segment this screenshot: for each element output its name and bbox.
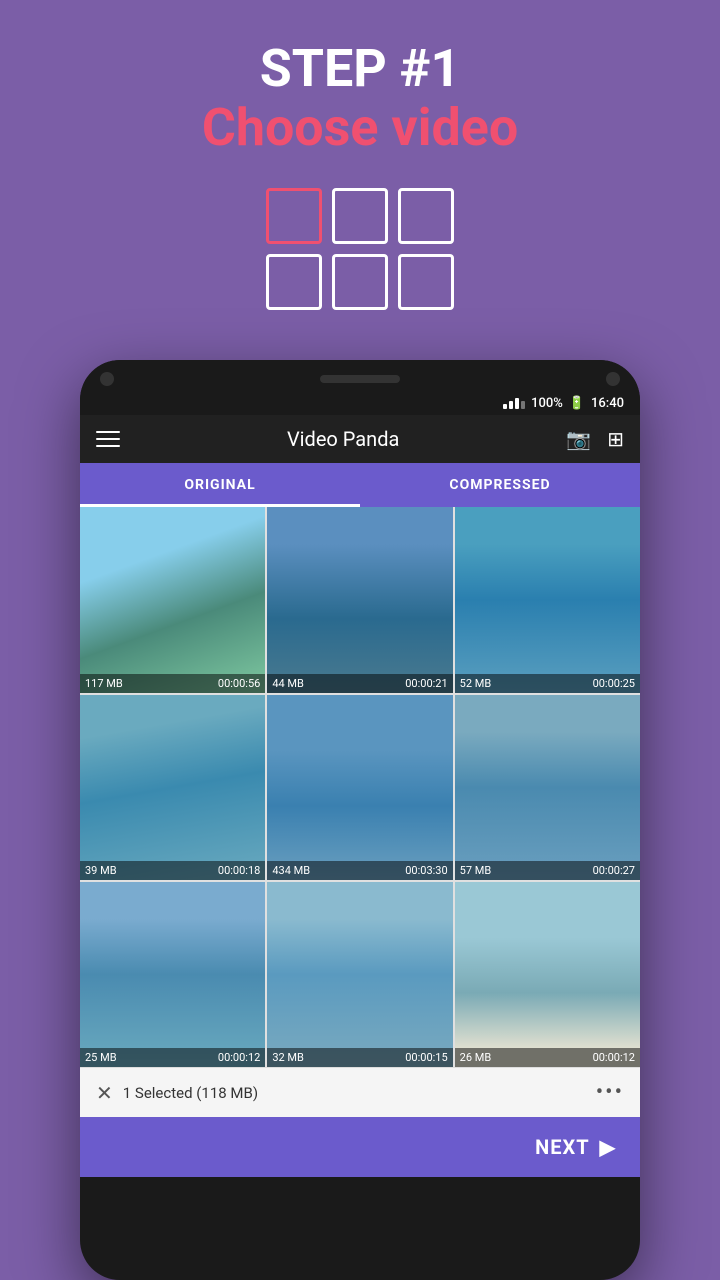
step-title: STEP #1 <box>260 40 461 97</box>
video-info-7: 25 MB 00:00:12 <box>80 1048 265 1067</box>
video-duration-6: 00:00:27 <box>593 864 635 877</box>
video-item-1[interactable]: 117 MB 00:00:56 <box>80 507 265 692</box>
video-info-8: 32 MB 00:00:15 <box>267 1048 452 1067</box>
video-grid: 117 MB 00:00:56 44 MB 00:00:21 52 MB 00:… <box>80 507 640 1067</box>
step-subtitle: Choose video <box>202 97 518 158</box>
next-label: NEXT <box>535 1135 589 1159</box>
video-item-5[interactable]: 434 MB 00:03:30 <box>267 695 452 880</box>
video-size-1: 117 MB <box>85 677 123 690</box>
tab-compressed[interactable]: COMPRESSED <box>360 463 640 507</box>
hamburger-line-3 <box>96 445 120 447</box>
grid-cell-2 <box>332 188 388 244</box>
video-size-9: 26 MB <box>460 1051 492 1064</box>
video-size-5: 434 MB <box>272 864 310 877</box>
video-duration-4: 00:00:18 <box>218 864 260 877</box>
selected-text: 1 Selected (118 MB) <box>123 1084 258 1102</box>
app-title: Video Panda <box>287 427 399 451</box>
video-item-9[interactable]: 26 MB 00:00:12 <box>455 882 640 1067</box>
video-item-8[interactable]: 32 MB 00:00:15 <box>267 882 452 1067</box>
video-container: 117 MB 00:00:56 44 MB 00:00:21 52 MB 00:… <box>80 507 640 1177</box>
phone-top-bar <box>80 360 640 394</box>
grid-cell-5 <box>332 254 388 310</box>
video-info-3: 52 MB 00:00:25 <box>455 674 640 693</box>
video-info-4: 39 MB 00:00:18 <box>80 861 265 880</box>
grid-cell-1 <box>266 188 322 244</box>
signal-bar-4 <box>521 401 525 409</box>
grid-cell-6 <box>398 254 454 310</box>
camera-dot <box>100 372 114 386</box>
video-size-4: 39 MB <box>85 864 117 877</box>
video-info-6: 57 MB 00:00:27 <box>455 861 640 880</box>
next-button[interactable]: NEXT ▶ <box>80 1117 640 1177</box>
video-duration-5: 00:03:30 <box>405 864 447 877</box>
video-size-3: 52 MB <box>460 677 492 690</box>
selection-bar: ✕ 1 Selected (118 MB) ••• <box>80 1067 640 1117</box>
grid-illustration <box>266 188 454 310</box>
video-size-6: 57 MB <box>460 864 492 877</box>
video-item-7[interactable]: 25 MB 00:00:12 <box>80 882 265 1067</box>
app-header: Video Panda 📷 ⊞ <box>80 415 640 463</box>
next-arrow-icon: ▶ <box>600 1135 616 1159</box>
grid-and-controls: 117 MB 00:00:56 44 MB 00:00:21 52 MB 00:… <box>80 507 640 1067</box>
video-info-2: 44 MB 00:00:21 <box>267 674 452 693</box>
more-options-icon[interactable]: ••• <box>596 1080 624 1105</box>
video-duration-8: 00:00:15 <box>405 1051 447 1064</box>
status-bar: 100% 🔋 16:40 <box>80 394 640 415</box>
grid-cell-4 <box>266 254 322 310</box>
tabs: ORIGINAL COMPRESSED <box>80 463 640 507</box>
video-item-6[interactable]: 57 MB 00:00:27 <box>455 695 640 880</box>
hamburger-menu[interactable] <box>96 431 120 447</box>
video-duration-1: 00:00:56 <box>218 677 260 690</box>
hamburger-line-1 <box>96 431 120 433</box>
signal-bar-2 <box>509 401 513 409</box>
selected-info: ✕ 1 Selected (118 MB) <box>96 1081 258 1105</box>
tab-original[interactable]: ORIGINAL <box>80 463 360 507</box>
video-duration-2: 00:00:21 <box>405 677 447 690</box>
sensor-dot <box>606 372 620 386</box>
grid-cell-3 <box>398 188 454 244</box>
signal-bar-3 <box>515 398 519 409</box>
video-size-7: 25 MB <box>85 1051 117 1064</box>
signal-bars <box>503 398 525 409</box>
signal-bar-1 <box>503 404 507 409</box>
video-duration-3: 00:00:25 <box>593 677 635 690</box>
phone-mockup: 100% 🔋 16:40 Video Panda 📷 ⊞ ORIGINAL CO… <box>80 360 640 1280</box>
video-info-9: 26 MB 00:00:12 <box>455 1048 640 1067</box>
camera-icon[interactable]: 📷 <box>566 427 591 451</box>
video-info-1: 117 MB 00:00:56 <box>80 674 265 693</box>
battery-percent: 100% <box>531 396 563 411</box>
video-duration-7: 00:00:12 <box>218 1051 260 1064</box>
video-item-4[interactable]: 39 MB 00:00:18 <box>80 695 265 880</box>
video-info-5: 434 MB 00:03:30 <box>267 861 452 880</box>
clock: 16:40 <box>591 396 624 411</box>
deselect-icon[interactable]: ✕ <box>96 1081 113 1105</box>
grid-view-icon[interactable]: ⊞ <box>607 427 624 451</box>
video-size-2: 44 MB <box>272 677 304 690</box>
hamburger-line-2 <box>96 438 120 440</box>
video-duration-9: 00:00:12 <box>593 1051 635 1064</box>
video-item-3[interactable]: 52 MB 00:00:25 <box>455 507 640 692</box>
video-size-8: 32 MB <box>272 1051 304 1064</box>
header-icons: 📷 ⊞ <box>566 427 624 451</box>
battery-icon: 🔋 <box>569 396 585 411</box>
video-item-2[interactable]: 44 MB 00:00:21 <box>267 507 452 692</box>
instruction-area: STEP #1 Choose video <box>0 0 720 360</box>
speaker <box>320 375 400 383</box>
